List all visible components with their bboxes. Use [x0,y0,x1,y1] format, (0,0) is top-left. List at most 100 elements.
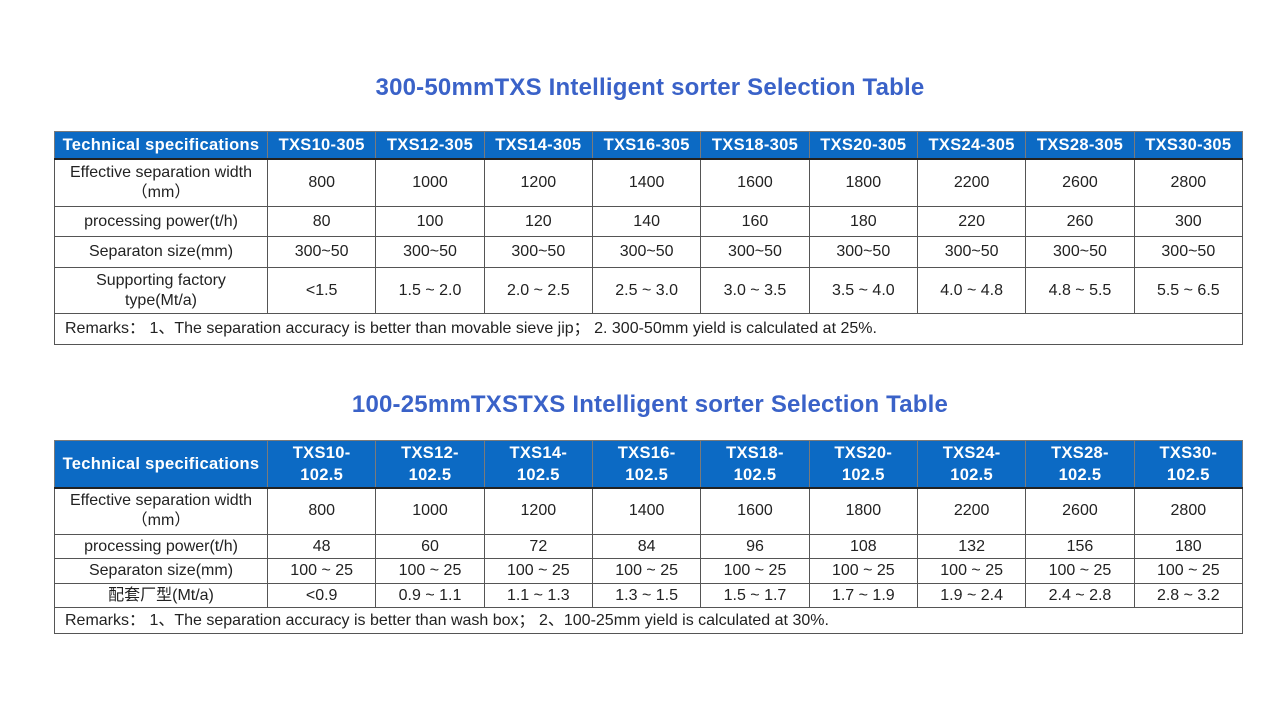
cell-value: 1000 [375,158,485,207]
cell-value: 100 ~ 25 [1025,558,1135,584]
cell-value: 1800 [808,487,918,535]
model-header: TXS18-305 [700,131,810,160]
cell-value: 1600 [700,487,810,535]
cell-value: 140 [591,206,702,237]
cell-value: 1000 [375,487,485,535]
cell-value: 1.3 ~ 1.5 [591,583,702,608]
model-header: TXS30-305 [1133,131,1244,160]
separation-size-row: Separaton size(mm) 100 ~ 25 100 ~ 25 100 ~ … [54,558,1244,584]
cell-value: 300~50 [700,236,810,268]
model-header: TXS24-305 [916,131,1027,160]
row-label: Effective separation width （mm） [54,158,268,207]
cell-value: 2.0 ~ 2.5 [483,267,593,314]
model-header: TXS10- 102.5 [266,440,377,489]
cell-value: 800 [266,487,377,535]
model-header: TXS28-305 [1025,131,1135,160]
model-header: TXS30- 102.5 [1133,440,1244,489]
remarks-row: Remarks： 1、The separation accuracy is be… [54,607,1243,634]
cell-value: 100 ~ 25 [808,558,918,584]
cell-value: 220 [916,206,1027,237]
row-label: processing power(t/h) [54,534,268,559]
cell-value: 300~50 [591,236,702,268]
cell-value: 180 [808,206,918,237]
cell-value: 4.0 ~ 4.8 [916,267,1027,314]
model-header: TXS18- 102.5 [700,440,810,489]
cell-value: 2800 [1133,158,1244,207]
row-label: Separaton size(mm) [54,558,268,584]
cell-value: 3.0 ~ 3.5 [700,267,810,314]
cell-value: 1600 [700,158,810,207]
cell-value: 300 [1133,206,1244,237]
model-header: TXS14-305 [483,131,593,160]
cell-value: 2.5 ~ 3.0 [591,267,702,314]
cell-value: 100 ~ 25 [1133,558,1244,584]
cell-value: 120 [483,206,593,237]
header-row: Technical specifications TXS10-305 TXS12-3… [54,131,1244,160]
cell-value: 2200 [916,158,1027,207]
cell-value: 2600 [1025,158,1135,207]
cell-value: 100 ~ 25 [591,558,702,584]
cell-value: 1.5 ~ 1.7 [700,583,810,608]
cell-value: 1.9 ~ 2.4 [916,583,1027,608]
row-label: Separaton size(mm) [54,236,268,268]
cell-value: 1.1 ~ 1.3 [483,583,593,608]
cell-value: 300~50 [808,236,918,268]
model-header: TXS10-305 [266,131,377,160]
model-header: TXS24- 102.5 [916,440,1027,489]
cell-value: 300~50 [916,236,1027,268]
header-label: Technical specifications [54,131,268,160]
separation-size-row: Separaton size(mm) 300~50 300~50 300~50 300~… [54,236,1244,268]
cell-value: 2.8 ~ 3.2 [1133,583,1244,608]
cell-value: 3.5 ~ 4.0 [808,267,918,314]
cell-value: 100 ~ 25 [266,558,377,584]
table-title-300-50: 300-50mmTXS Intelligent sorter Selection… [375,74,925,101]
row-label: Supporting factory type(Mt/a) [54,267,268,314]
cell-value: 300~50 [1025,236,1135,268]
header-row: Technical specifications TXS10- 102.5 TXS12… [54,440,1244,489]
cell-value: 80 [266,206,377,237]
cell-value: <0.9 [266,583,377,608]
cell-value: 1.5 ~ 2.0 [375,267,485,314]
processing-power-row: processing power(t/h) 80 100 120 140 160 180 22… [54,206,1244,237]
cell-value: 260 [1025,206,1135,237]
cell-value: 800 [266,158,377,207]
cell-value: 160 [700,206,810,237]
cell-value: 1800 [808,158,918,207]
cell-value: 180 [1133,534,1244,559]
cell-value: 156 [1025,534,1135,559]
model-header: TXS20- 102.5 [808,440,918,489]
header-label: Technical specifications [54,440,268,489]
cell-value: 100 ~ 25 [916,558,1027,584]
cell-value: 2.4 ~ 2.8 [1025,583,1135,608]
cell-value: 0.9 ~ 1.1 [375,583,485,608]
row-label: processing power(t/h) [54,206,268,237]
model-header: TXS12- 102.5 [375,440,485,489]
model-header: TXS14- 102.5 [483,440,593,489]
cell-value: 300~50 [375,236,485,268]
selection-table-300-50: Technical specifications TXS10-305 TXS12-3… [54,131,1244,345]
cell-value: 1200 [483,158,593,207]
cell-value: 48 [266,534,377,559]
row-label: Effective separation width （mm） [54,487,268,535]
processing-power-row: processing power(t/h) 48 60 72 84 96 108 132 156… [54,534,1244,559]
cell-value: 1200 [483,487,593,535]
cell-value: 300~50 [266,236,377,268]
cell-value: 100 ~ 25 [375,558,485,584]
cell-value: 2200 [916,487,1027,535]
remarks-row: Remarks： 1、The separation accuracy is be… [54,313,1243,345]
model-header: TXS16- 102.5 [591,440,702,489]
remarks-text: Remarks： 1、The separation accuracy is be… [54,607,1243,634]
cell-value: 100 [375,206,485,237]
cell-value: 300~50 [483,236,593,268]
cell-value: 96 [700,534,810,559]
cell-value: 1400 [591,487,702,535]
model-header: TXS12-305 [375,131,485,160]
remarks-text: Remarks： 1、The separation accuracy is be… [54,313,1243,345]
supporting-factory-type-row: Supporting factory type(Mt/a) <1.5 1.5 ~ 2.… [54,267,1244,314]
row-label: 配套厂型(Mt/a) [54,583,268,608]
cell-value: 100 ~ 25 [700,558,810,584]
cell-value: 108 [808,534,918,559]
effective-separation-width-row: Effective separation width （mm） 800 1000 120… [54,158,1244,207]
model-header: TXS16-305 [591,131,702,160]
cell-value: 60 [375,534,485,559]
